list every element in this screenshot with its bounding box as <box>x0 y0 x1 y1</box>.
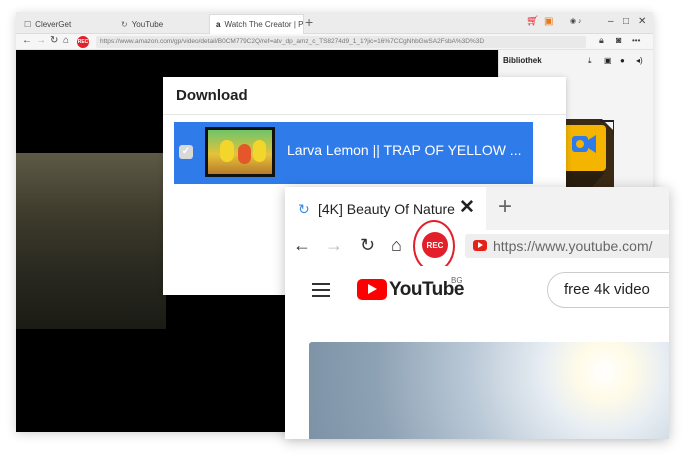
camera-icon[interactable]: ◙ <box>616 35 621 45</box>
address-bar[interactable]: https://www.youtube.com/ <box>465 234 669 258</box>
tab-youtube[interactable]: ↻ YouTube <box>115 14 210 34</box>
url-text: https://www.youtube.com/ <box>493 238 653 254</box>
close-tab-button[interactable]: ✕ <box>459 196 475 219</box>
tab-label: Watch The Creator | Pr <box>224 20 304 29</box>
video-frame <box>16 153 166 329</box>
youtube-favicon-icon <box>473 240 487 251</box>
address-bar[interactable]: https://www.amazon.com/gp/video/detail/B… <box>96 36 586 48</box>
library-title: Bibliothek <box>503 56 542 65</box>
cart-icon[interactable]: 🛒︎ <box>526 16 539 27</box>
reload-icon[interactable]: ↻ <box>360 235 375 256</box>
divider <box>163 114 566 115</box>
maximize-button[interactable]: □ <box>623 16 629 27</box>
volume-icon[interactable]: ◂) <box>636 56 643 65</box>
youtube-loading-icon: ↻ <box>121 19 128 29</box>
audio-icon[interactable]: ● <box>620 56 625 65</box>
tab-bar: ↻ [4K] Beauty Of Nature ✕ + <box>285 187 669 230</box>
tab-youtube-video[interactable]: ↻ [4K] Beauty Of Nature ✕ <box>285 187 486 230</box>
new-tab-button[interactable]: + <box>498 193 512 221</box>
more-menu-button[interactable]: ••• <box>632 36 640 45</box>
forward-icon[interactable]: → <box>325 235 343 256</box>
minimize-button[interactable]: – <box>608 16 614 27</box>
cleverget-icon: ☐ <box>24 19 32 29</box>
download-icon[interactable]: ⤓ <box>588 56 592 66</box>
loading-icon: ↻ <box>298 201 310 217</box>
gift-icon[interactable]: ▣ <box>544 16 553 27</box>
checkbox[interactable]: ✓ <box>179 145 193 159</box>
reload-icon[interactable]: ↻ <box>50 35 58 46</box>
zoomed-browser-window: ↻ [4K] Beauty Of Nature ✕ + ← → ↻ ⌂ REC … <box>285 187 669 439</box>
rec-button[interactable]: REC <box>77 36 89 48</box>
rec-button[interactable]: REC <box>422 232 448 258</box>
video-thumbnail-sky[interactable] <box>309 342 669 439</box>
new-tab-button[interactable]: + <box>305 14 313 30</box>
back-icon[interactable]: ← <box>22 35 32 46</box>
lock-icon[interactable]: 🔒︎ <box>599 35 604 46</box>
tab-cleverget[interactable]: ☐ CleverGet <box>18 14 113 34</box>
forward-icon[interactable]: → <box>36 35 46 46</box>
search-input[interactable]: free 4k video <box>547 272 669 308</box>
close-window-button[interactable]: ✕ <box>638 16 646 27</box>
amazon-icon: a <box>216 20 221 29</box>
download-item[interactable]: ✓ Larva Lemon || TRAP OF YELLOW ... <box>174 122 533 184</box>
tab-label: YouTube <box>131 19 164 29</box>
tab-bar: ☐ CleverGet ↻ YouTube a Watch The Creato… <box>16 12 653 34</box>
home-icon[interactable]: ⌂ <box>63 35 69 46</box>
tab-title: [4K] Beauty Of Nature <box>318 201 455 217</box>
back-icon[interactable]: ← <box>293 235 311 256</box>
navigation-bar: ← → ↻ ⌂ REC https://www.amazon.com/gp/vi… <box>16 34 653 50</box>
country-code: BG <box>451 276 463 285</box>
video-thumbnail <box>205 127 275 177</box>
download-item-title: Larva Lemon || TRAP OF YELLOW ... <box>287 142 522 158</box>
home-icon[interactable]: ⌂ <box>391 235 402 256</box>
toggle-icon[interactable]: ◉ ♪ <box>570 17 582 25</box>
youtube-logo-icon[interactable] <box>357 279 387 300</box>
menu-icon[interactable] <box>312 283 330 297</box>
search-value: free 4k video <box>564 281 650 298</box>
tab-label: CleverGet <box>35 19 72 29</box>
tab-amazon[interactable]: a Watch The Creator | Pr <box>209 14 304 34</box>
video-icon[interactable]: ▣ <box>604 56 612 65</box>
cleverget-app-icon <box>562 119 614 187</box>
youtube-header: YouTube BG free 4k video <box>285 266 669 316</box>
dialog-title: Download <box>176 87 248 104</box>
